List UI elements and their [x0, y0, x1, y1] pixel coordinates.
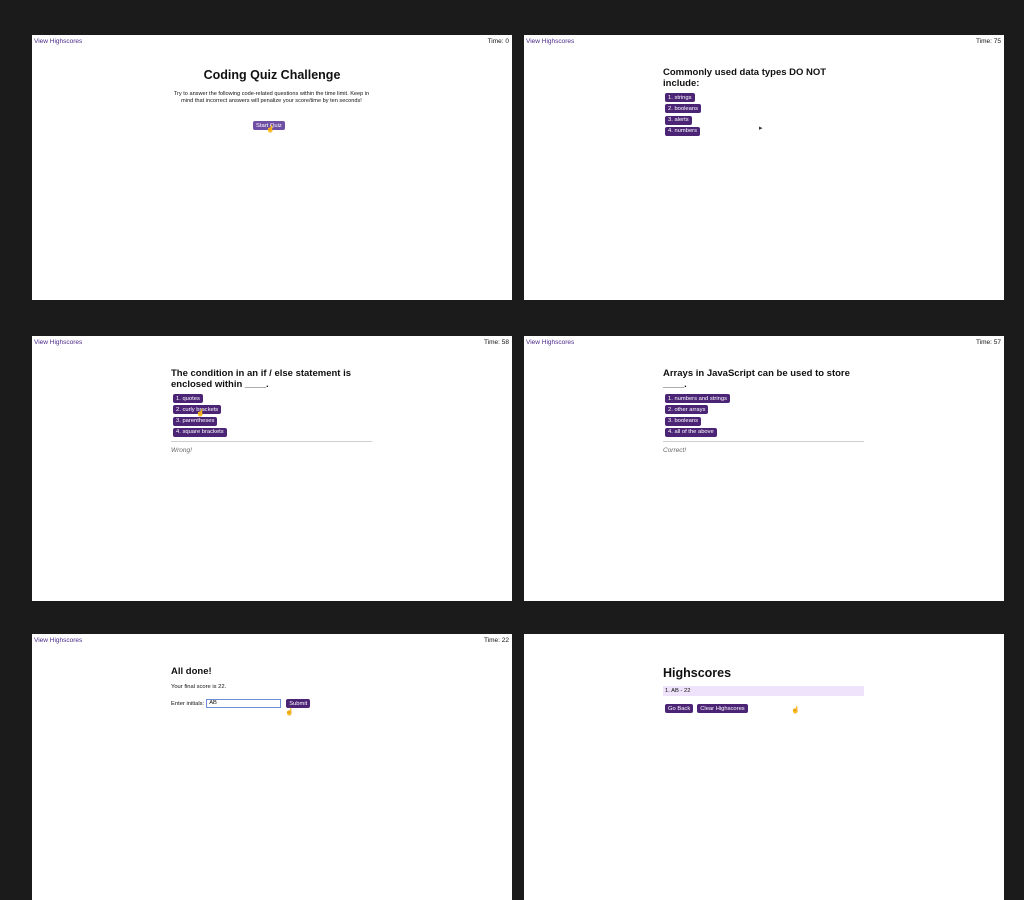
view-highscores-link[interactable]: View Highscores	[34, 339, 82, 346]
hand-cursor-icon: ☝	[266, 126, 275, 133]
view-highscores-link[interactable]: View Highscores	[34, 637, 82, 644]
answer-button[interactable]: 4. numbers	[665, 126, 700, 136]
highscores-screen: Highscores 1. AB - 22 Go Back Clear High…	[524, 634, 1004, 900]
final-score-text: Your final score is 22.	[171, 684, 227, 690]
timer: Time: 57	[975, 339, 1001, 346]
quiz-start-screen: View Highscores Time: 0 Coding Quiz Chal…	[32, 35, 512, 300]
timer: Time: 0	[487, 38, 509, 45]
view-highscores-link[interactable]: View Highscores	[526, 339, 574, 346]
go-back-button[interactable]: Go Back	[665, 704, 694, 713]
answer-feedback: Wrong!	[171, 446, 192, 454]
answer-button[interactable]: 2. booleans	[665, 104, 701, 114]
timer: Time: 75	[975, 38, 1001, 45]
hand-cursor-icon: ☝	[285, 709, 294, 716]
quiz-question-screen-3: View Highscores Time: 57 Arrays in JavaS…	[524, 336, 1004, 601]
highscore-entry: 1. AB - 22	[663, 686, 864, 696]
timer: Time: 22	[483, 637, 509, 644]
highscores-title: Highscores	[663, 666, 732, 680]
answer-button[interactable]: 3. booleans	[665, 416, 701, 426]
quiz-question-screen-1: View Highscores Time: 75 Commonly used d…	[524, 35, 1004, 300]
question-title: The condition in an if / else statement …	[171, 368, 352, 390]
answer-list: 1. numbers and strings 2. other arrays 3…	[663, 394, 864, 437]
done-title: All done!	[171, 666, 212, 677]
answer-button[interactable]: 1. strings	[665, 93, 695, 102]
hand-cursor-icon: ☝	[196, 410, 205, 417]
answer-feedback: Correct!	[663, 446, 687, 454]
hand-cursor-icon: ☝	[791, 707, 800, 714]
answer-list: 1. strings 2. booleans 3. alerts 4. numb…	[663, 93, 864, 136]
pointer-cursor-icon: ▸	[759, 125, 763, 132]
question-title: Commonly used data types DO NOT include:	[663, 67, 827, 89]
initials-label: Enter initials:	[171, 700, 205, 707]
answer-button[interactable]: 3. alerts	[665, 115, 692, 125]
divider	[663, 440, 864, 442]
quiz-description: Try to answer the following code-related…	[173, 91, 370, 105]
timer: Time: 58	[483, 339, 509, 346]
answer-button[interactable]: 1. quotes	[173, 394, 203, 403]
view-highscores-link[interactable]: View Highscores	[34, 38, 82, 45]
clear-highscores-button[interactable]: Clear Highscores	[697, 704, 748, 713]
answer-button[interactable]: 2. other arrays	[665, 405, 709, 415]
page-title: Coding Quiz Challenge	[203, 68, 341, 82]
highscore-actions: Go Back Clear Highscores	[663, 704, 864, 713]
answer-button[interactable]: 4. all of the above	[665, 427, 717, 437]
view-highscores-link[interactable]: View Highscores	[526, 38, 574, 45]
quiz-complete-screen: View Highscores Time: 22 All done! Your …	[32, 634, 512, 900]
question-title: Arrays in JavaScript can be used to stor…	[663, 368, 850, 390]
quiz-question-screen-2: View Highscores Time: 58 The condition i…	[32, 336, 512, 601]
answer-button[interactable]: 4. square brackets	[173, 427, 227, 437]
initials-form: Enter initials: AB Submit	[171, 699, 372, 708]
divider	[171, 440, 372, 442]
initials-input[interactable]: AB	[206, 699, 282, 708]
answer-button[interactable]: 1. numbers and strings	[665, 394, 730, 403]
submit-button[interactable]: Submit	[286, 699, 311, 708]
answer-button[interactable]: 3. parentheses	[173, 416, 218, 426]
